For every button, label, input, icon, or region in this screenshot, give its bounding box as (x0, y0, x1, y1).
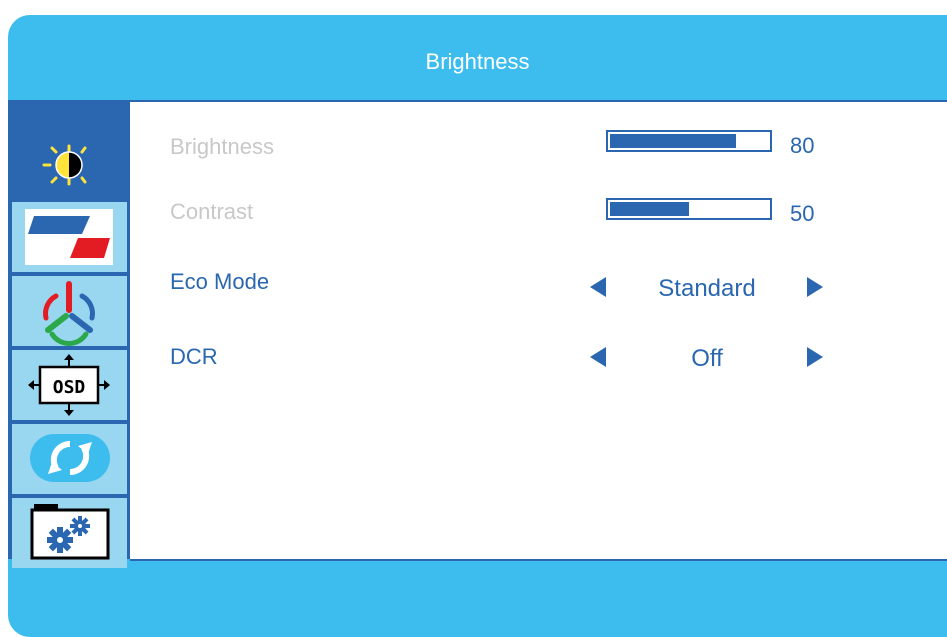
osd-setup-icon: OSD (28, 354, 110, 416)
contrast-label: Contrast (170, 199, 254, 224)
brightness-slider-fill (610, 134, 736, 148)
brightness-icon (42, 144, 87, 186)
contrast-slider-fill (610, 202, 689, 216)
dcr-right-arrow-icon[interactable] (807, 347, 823, 367)
contrast-slider[interactable] (606, 198, 772, 220)
reset-icon (30, 434, 110, 482)
eco-mode-label: Eco Mode (170, 269, 270, 294)
contrast-value: 50 (790, 201, 815, 226)
color-icon (43, 281, 95, 346)
osd-title: Brightness (425, 49, 530, 74)
sidebar-item-color[interactable] (12, 276, 127, 346)
sidebar-item-extra[interactable] (12, 498, 127, 568)
settings-panel: Brightness 80 Contrast 50 Eco Mode Stand… (130, 102, 947, 559)
eco-mode-left-arrow-icon[interactable] (590, 277, 606, 297)
sidebar-item-brightness[interactable] (12, 128, 127, 198)
eco-mode-right-arrow-icon[interactable] (807, 277, 823, 297)
osd-header: Brightness (8, 15, 947, 100)
brightness-value: 80 (790, 133, 815, 158)
extra-settings-icon (30, 504, 110, 560)
svg-text:OSD: OSD (53, 377, 86, 398)
dcr-left-arrow-icon[interactable] (590, 347, 606, 367)
sidebar-item-reset[interactable] (12, 424, 127, 494)
sidebar: OSD (8, 102, 130, 568)
dcr-value: Off (691, 345, 723, 372)
osd-footer (8, 561, 947, 637)
brightness-slider[interactable] (606, 130, 772, 152)
sidebar-item-picture[interactable] (12, 202, 127, 272)
eco-mode-value: Standard (658, 275, 756, 302)
picture-icon (25, 209, 113, 265)
dcr-label: DCR (170, 344, 218, 369)
brightness-label: Brightness (170, 134, 274, 159)
sidebar-item-osd-setup[interactable]: OSD (12, 350, 127, 420)
osd-window: Brightness OSD Brightness 80 Contrast 50… (8, 15, 947, 637)
